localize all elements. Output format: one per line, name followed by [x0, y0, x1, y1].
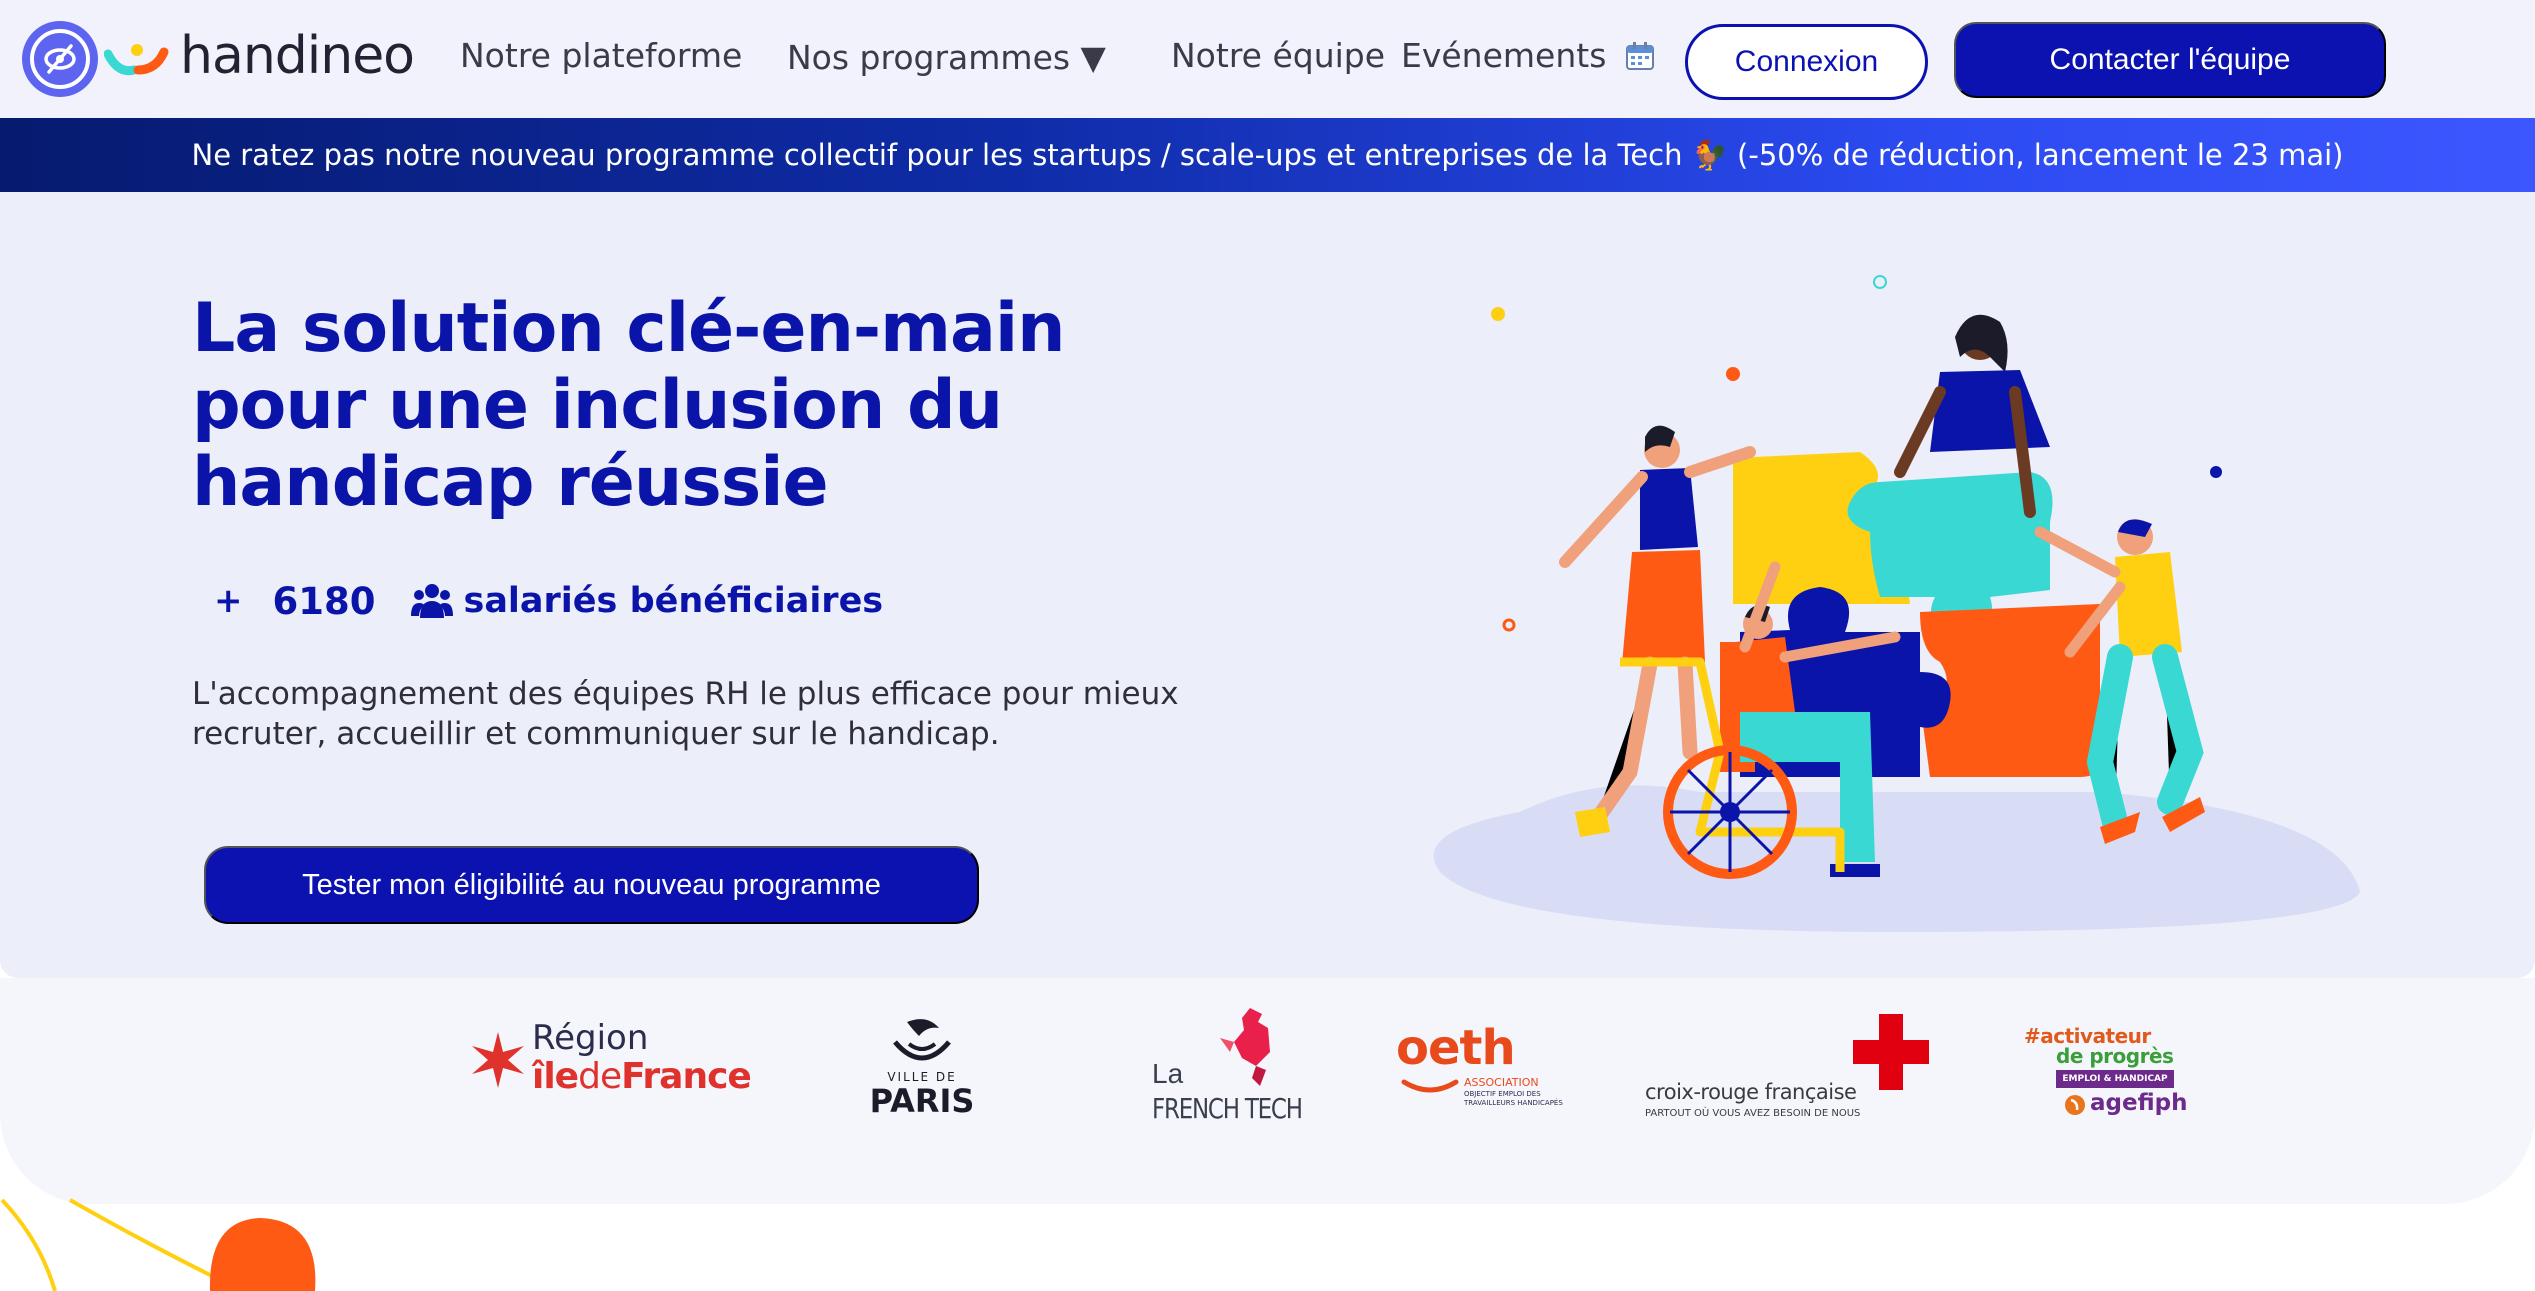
beneficiaries-stat: + 6180 salariés bénéficiaires	[214, 576, 883, 626]
star-icon	[472, 1032, 524, 1088]
test-eligibility-button[interactable]: Tester mon éligibilité au nouveau progra…	[204, 846, 979, 924]
users-icon	[411, 584, 454, 618]
nav-link-evenements-label: Evénements	[1401, 36, 1607, 75]
red-cross-icon	[1853, 1014, 1929, 1090]
stat-value: 6180	[272, 579, 376, 623]
oeth-smile-icon	[1401, 1079, 1459, 1093]
woman-left-figure	[1559, 425, 1756, 837]
handineo-mark-icon	[104, 44, 169, 76]
stat-label: salariés bénéficiaires	[463, 581, 884, 621]
ag-line2: de progrès	[2056, 1044, 2174, 1068]
crf-tag: PARTOUT OÙ VOUS AVEZ BESOIN DE NOUS	[1645, 1108, 1861, 1119]
contact-team-button[interactable]: Contacter l'équipe	[1954, 22, 2386, 98]
partner-logo-agefiph[interactable]: #activateur de progrès EMPLOI & HANDICAP…	[2024, 1024, 2188, 1144]
hero-title: La solution clé-en-main pour une inclusi…	[192, 289, 1066, 522]
oeth-tiny2: TRAVAILLEURS HANDICAPÉS	[1464, 1099, 1563, 1107]
partner-logo-paris[interactable]: VILLE DE PARIS	[866, 1014, 978, 1124]
hero-section: La solution clé-en-main pour une inclusi…	[0, 192, 2535, 978]
announcement-banner[interactable]: Ne ratez pas notre nouveau programme col…	[0, 118, 2535, 192]
oeth-big: oeth	[1396, 1020, 1516, 1076]
partner-logo-oeth[interactable]: oeth ASSOCIATION OBJECTIF EMPLOI DES TRA…	[1396, 1020, 1563, 1116]
illustration-ground	[1433, 785, 2360, 932]
oeth-small: ASSOCIATION	[1464, 1076, 1539, 1089]
top-navigation: handineo Notre plateforme Nos programmes…	[0, 0, 2535, 118]
login-button[interactable]: Connexion	[1685, 24, 1928, 100]
announcement-text: Ne ratez pas notre nouveau programme col…	[191, 137, 2344, 172]
ag-box: EMPLOI & HANDICAP	[2056, 1070, 2174, 1088]
nav-link-equipe[interactable]: Notre équipe	[1171, 36, 1385, 75]
idf-de: de	[578, 1056, 622, 1097]
nav-link-programmes[interactable]: Nos programmes ▼	[787, 38, 1106, 77]
partner-logo-french-tech[interactable]: La FRENCH TECH	[1150, 1008, 1303, 1133]
nav-link-evenements[interactable]: Evénements	[1401, 36, 1655, 75]
paris-big: PARIS	[869, 1082, 975, 1120]
ft-text: FRENCH TECH	[1152, 1092, 1303, 1125]
ft-la: La	[1152, 1058, 1184, 1089]
stat-plus: +	[214, 581, 243, 621]
idf-line2: îledeFrance	[532, 1056, 752, 1097]
partner-logo-croix-rouge[interactable]: croix-rouge française PARTOUT OÙ VOUS AV…	[1645, 1014, 1935, 1134]
oeth-tiny1: OBJECTIF EMPLOI DES	[1464, 1090, 1541, 1098]
crf-name: croix-rouge française	[1645, 1080, 1857, 1104]
paris-ship-icon	[893, 1019, 951, 1061]
hero-illustration	[1433, 275, 2360, 932]
idf-france: France	[621, 1056, 752, 1097]
idf-line1: Région	[532, 1018, 649, 1058]
partner-logo-idf[interactable]: Région îledeFrance	[470, 1018, 760, 1098]
ag-brand: agefiph	[2090, 1090, 2188, 1116]
eye-slash-logo-icon[interactable]	[22, 21, 98, 97]
idf-ile: île	[532, 1056, 579, 1097]
decorative-shapes	[0, 1198, 316, 1291]
calendar-icon	[1625, 42, 1654, 70]
nav-link-plateforme[interactable]: Notre plateforme	[460, 36, 742, 75]
logo-text[interactable]: handineo	[180, 26, 415, 86]
hero-description: L'accompagnement des équipes RH le plus …	[192, 676, 1179, 752]
rooster-icon	[1220, 1008, 1270, 1086]
partners-strip: Région îledeFrance VILLE DE PARIS La FRE…	[0, 978, 2535, 1204]
agefiph-icon	[2065, 1095, 2085, 1115]
oeth-word: oeth	[1396, 1020, 1516, 1076]
